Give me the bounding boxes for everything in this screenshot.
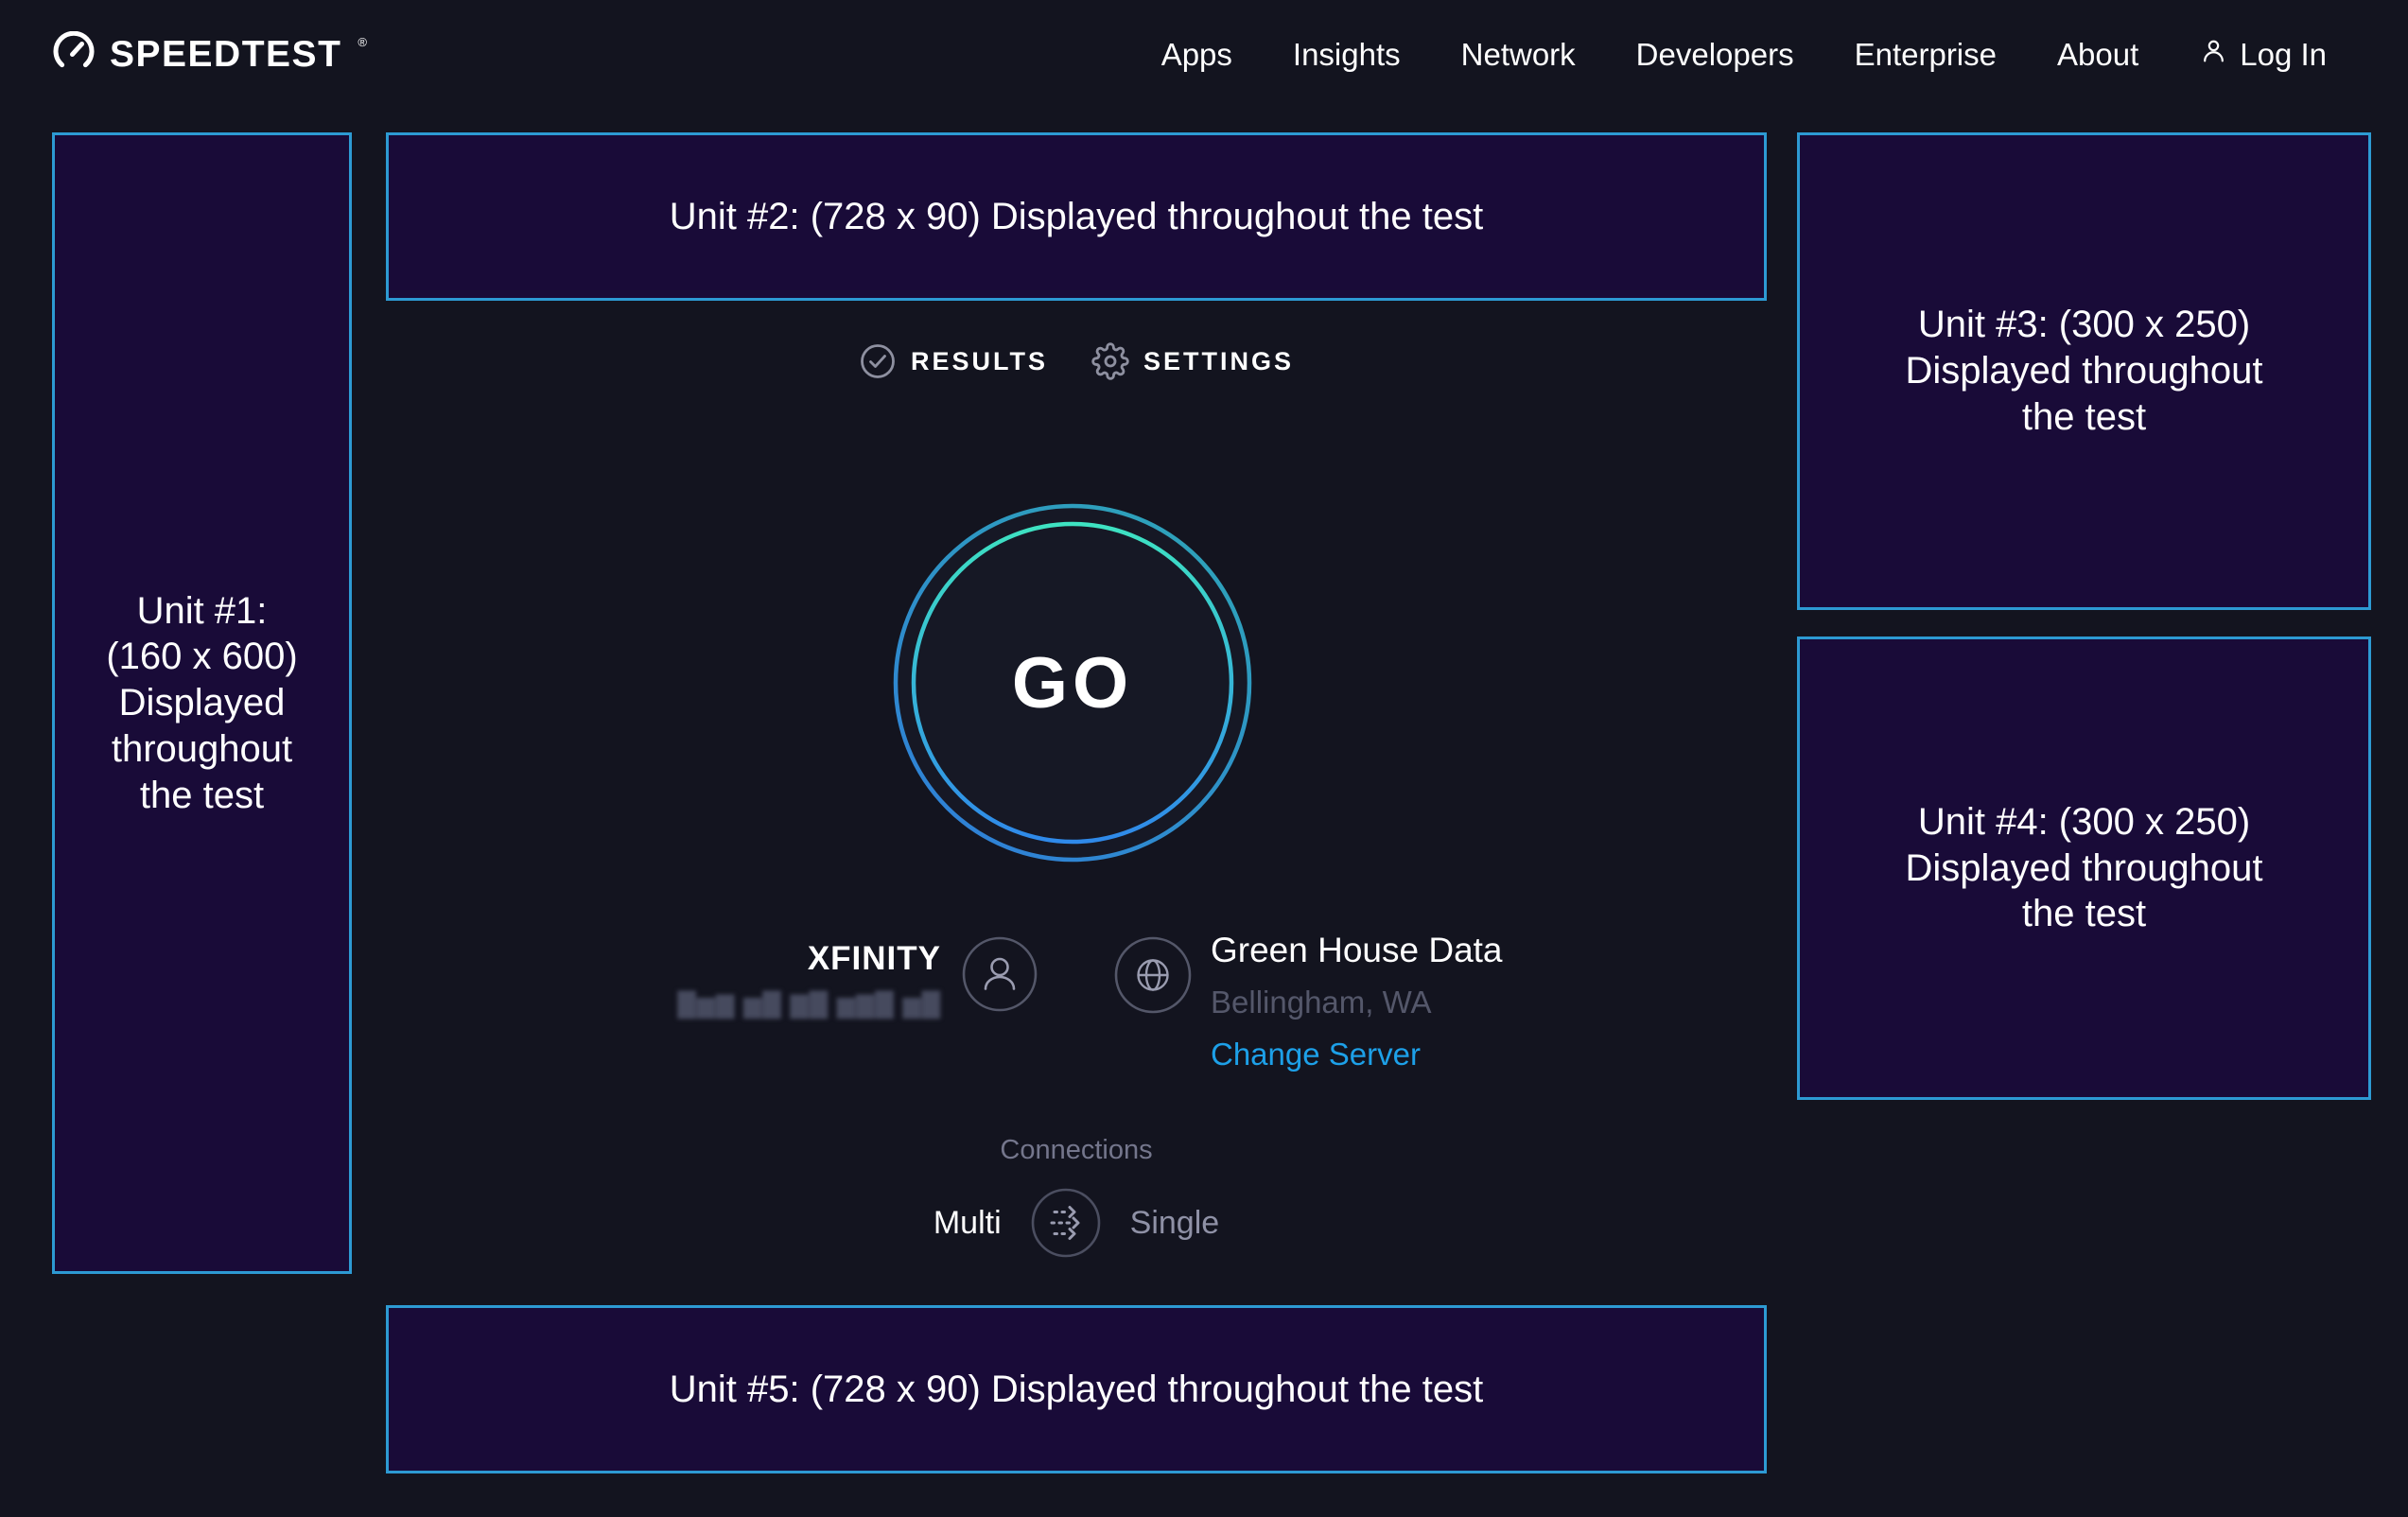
- ad-text-line: Unit #3: (300 x 250): [1918, 302, 2250, 348]
- speedtest-page: SPEEDTEST ® Apps Insights Network Develo…: [0, 0, 2408, 1517]
- go-label: GO: [888, 498, 1257, 867]
- ad-text-line: Unit #2: (728 x 90) Displayed throughout…: [670, 194, 1484, 240]
- ad-text-line: Unit #5: (728 x 90) Displayed throughout…: [670, 1367, 1484, 1413]
- nav-item-insights[interactable]: Insights: [1293, 37, 1401, 73]
- globe-icon: [1114, 936, 1192, 1019]
- ad-text-line: throughout: [112, 726, 292, 773]
- isp-name: XFINITY: [678, 940, 942, 978]
- brand-name: SPEEDTEST: [110, 34, 341, 76]
- nav-links: Apps Insights Network Developers Enterpr…: [1161, 37, 2327, 74]
- ad-text-line: Displayed: [119, 680, 286, 726]
- ad-text-line: the test: [2022, 394, 2146, 441]
- connections-label: Connections: [386, 1135, 1767, 1166]
- login-button[interactable]: Log In: [2199, 37, 2327, 74]
- ad-text-line: the test: [2022, 891, 2146, 937]
- tab-settings-label: SETTINGS: [1143, 347, 1294, 376]
- nav-item-enterprise[interactable]: Enterprise: [1855, 37, 1997, 73]
- isp-person-icon: [962, 936, 1038, 1017]
- server-location: Bellingham, WA: [1211, 985, 1503, 1020]
- nav-item-network[interactable]: Network: [1461, 37, 1576, 73]
- ad-text-line: Displayed throughout: [1905, 846, 2262, 892]
- tab-settings[interactable]: SETTINGS: [1091, 342, 1294, 380]
- ad-text-line: the test: [140, 773, 264, 819]
- ad-unit-3: Unit #3: (300 x 250) Displayed throughou…: [1797, 132, 2371, 610]
- multi-arrows-icon: [1030, 1247, 1102, 1262]
- ad-text-line: (160 x 600): [106, 634, 297, 680]
- speedtest-logo[interactable]: SPEEDTEST ®: [52, 31, 365, 79]
- ad-unit-2: Unit #2: (728 x 90) Displayed throughout…: [386, 132, 1767, 301]
- isp-block: XFINITY █▆▇ ▆█ ▇█ ▆▇█ ▆█: [386, 929, 1076, 1019]
- login-label: Log In: [2240, 37, 2327, 73]
- top-nav: SPEEDTEST ® Apps Insights Network Develo…: [0, 0, 2408, 110]
- isp-text: XFINITY █▆▇ ▆█ ▇█ ▆▇█ ▆█: [678, 940, 942, 1019]
- ad-text-line: Unit #4: (300 x 250): [1918, 799, 2250, 846]
- tab-results[interactable]: RESULTS: [859, 342, 1048, 380]
- connections-toggle-row: Multi Single: [386, 1187, 1767, 1259]
- multi-option[interactable]: Multi: [934, 1205, 1002, 1242]
- nav-item-about[interactable]: About: [2057, 37, 2138, 73]
- connections-section: Connections Multi Single: [386, 1135, 1767, 1259]
- server-block: Green House Data Bellingham, WA Change S…: [1076, 929, 1767, 1072]
- ad-unit-5: Unit #5: (728 x 90) Displayed throughout…: [386, 1305, 1767, 1473]
- connection-meta-row: XFINITY █▆▇ ▆█ ▇█ ▆▇█ ▆█: [386, 929, 1767, 1072]
- gauge-logo-icon: [52, 31, 96, 79]
- brand-trademark: ®: [358, 35, 367, 49]
- ad-text-line: Unit #1:: [137, 588, 268, 635]
- nav-item-developers[interactable]: Developers: [1636, 37, 1794, 73]
- server-text: Green House Data Bellingham, WA Change S…: [1211, 931, 1503, 1072]
- ad-unit-4: Unit #4: (300 x 250) Displayed throughou…: [1797, 636, 2371, 1100]
- ad-unit-1: Unit #1: (160 x 600) Displayed throughou…: [52, 132, 352, 1274]
- tab-bar: RESULTS SETTINGS: [386, 342, 1767, 380]
- go-button[interactable]: GO: [888, 498, 1257, 867]
- connection-mode-toggle[interactable]: [1030, 1187, 1102, 1259]
- check-circle-icon: [859, 342, 897, 380]
- gear-icon: [1091, 342, 1129, 380]
- redacted-ip: █▆▇ ▆█ ▇█ ▆▇█ ▆█: [678, 991, 942, 1019]
- user-icon: [2199, 37, 2228, 74]
- tab-results-label: RESULTS: [911, 347, 1048, 376]
- ad-text-line: Displayed throughout: [1905, 348, 2262, 394]
- single-option[interactable]: Single: [1130, 1205, 1220, 1242]
- change-server-link[interactable]: Change Server: [1211, 1037, 1503, 1072]
- server-name: Green House Data: [1211, 931, 1503, 970]
- nav-item-apps[interactable]: Apps: [1161, 37, 1232, 73]
